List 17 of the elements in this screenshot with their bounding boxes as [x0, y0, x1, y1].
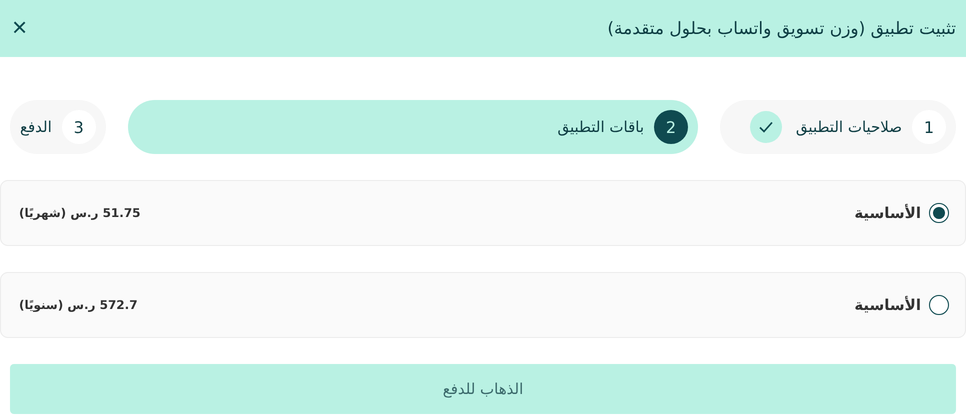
- step-number: 1: [912, 110, 946, 144]
- radio-button[interactable]: [929, 295, 949, 315]
- plan-price: 572.7 ر.س (سنويًا): [19, 298, 138, 312]
- step-label: صلاحيات التطبيق: [796, 118, 902, 136]
- plan-price: 51.75 ر.س (شهريًا): [19, 206, 141, 220]
- pay-button[interactable]: الذهاب للدفع: [10, 364, 956, 414]
- plan-option[interactable]: الأساسية 572.7 ر.س (سنويًا): [0, 272, 966, 338]
- step-label: باقات التطبيق: [557, 118, 644, 136]
- step-number: 2: [654, 110, 688, 144]
- radio-button[interactable]: [929, 203, 949, 223]
- close-button[interactable]: ×: [12, 14, 28, 44]
- dialog-title: تثبيت تطبيق (وزن تسويق واتساب بحلول متقدمة): [607, 18, 956, 38]
- plan-option[interactable]: الأساسية 51.75 ر.س (شهريًا): [0, 180, 966, 246]
- plan-name: الأساسية: [854, 296, 921, 314]
- plan-name: الأساسية: [854, 204, 921, 222]
- step-number: 3: [62, 110, 96, 144]
- step-label: الدفع: [20, 118, 52, 136]
